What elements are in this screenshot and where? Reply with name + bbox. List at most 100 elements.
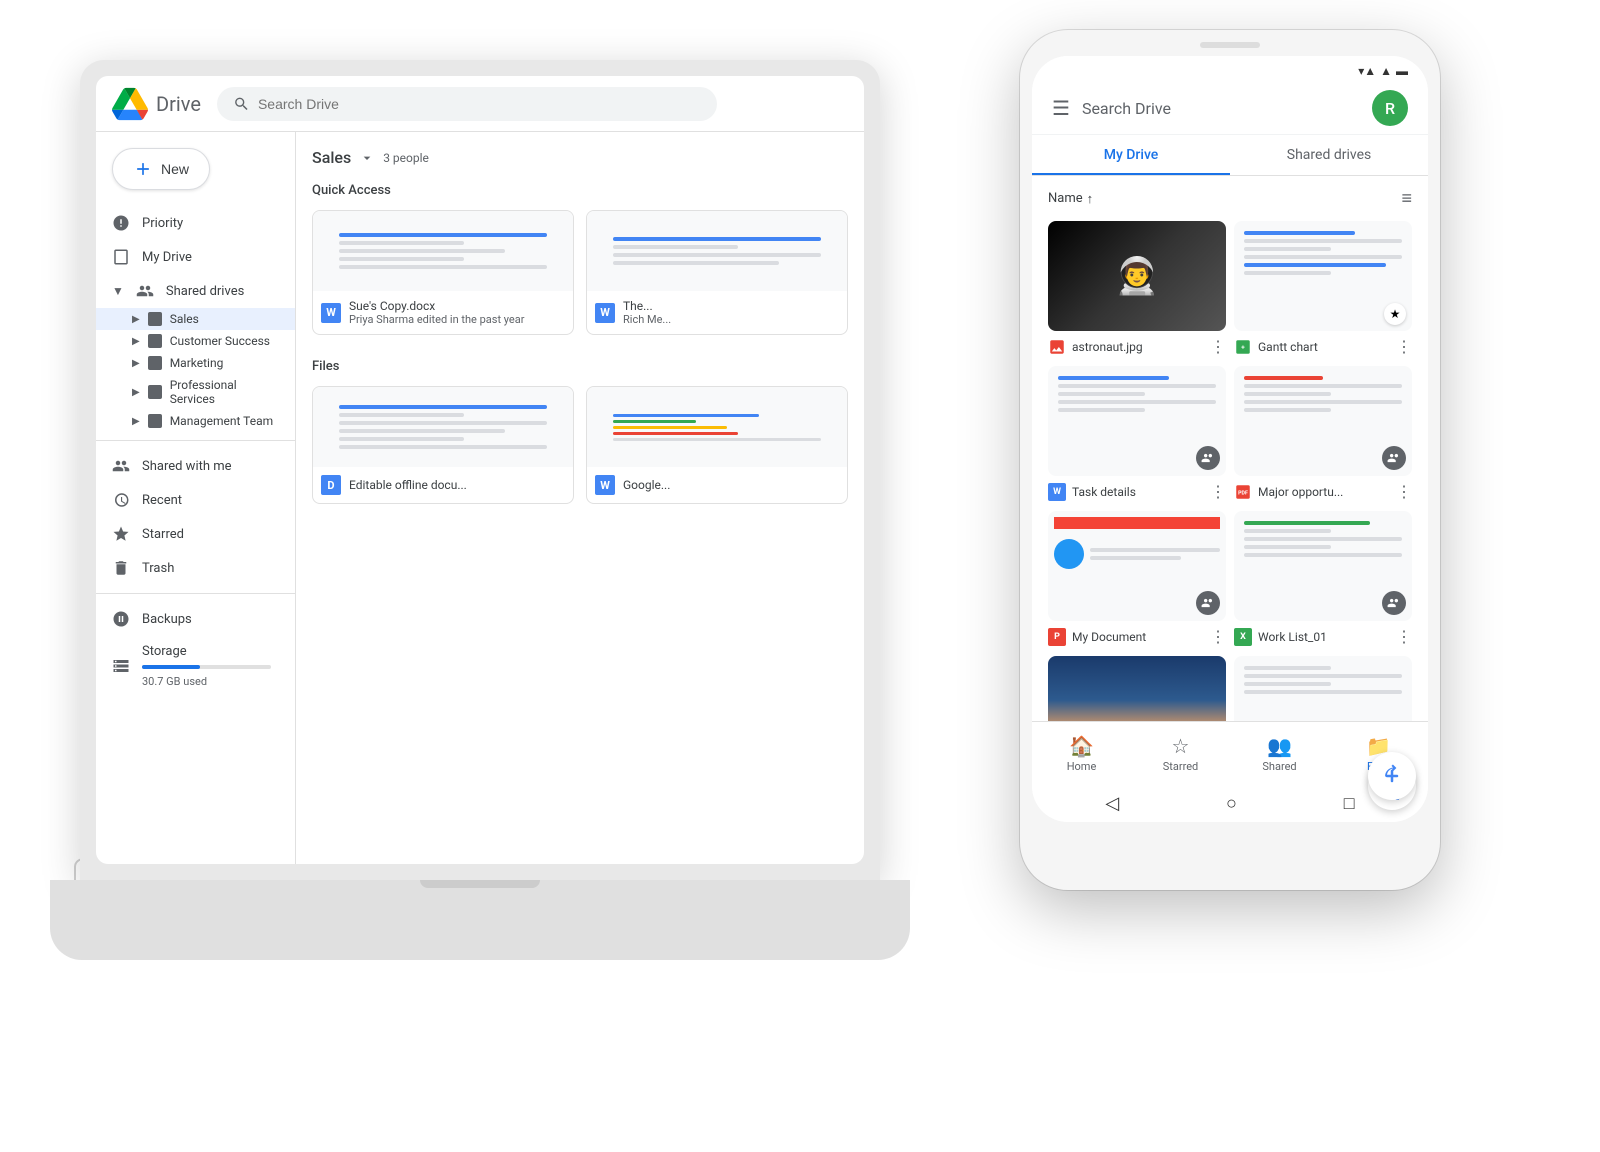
more-button[interactable]: ⋮ bbox=[1210, 337, 1226, 356]
more-button[interactable]: ⋮ bbox=[1210, 627, 1226, 646]
preview-line bbox=[1058, 400, 1216, 404]
preview-line bbox=[1244, 408, 1331, 412]
file-item-gantt[interactable]: ★ + Gantt chart ⋮ bbox=[1234, 221, 1412, 358]
file-item-astronaut[interactable]: astronaut.jpg ⋮ bbox=[1048, 221, 1226, 358]
file-preview-3 bbox=[313, 387, 573, 467]
signal-icon: ▾▲ bbox=[1358, 64, 1376, 78]
sidebar-item-professional-services[interactable]: ▶ Professional Services bbox=[96, 374, 295, 410]
sheets-icon: X bbox=[1234, 628, 1252, 646]
recent-icon bbox=[112, 491, 130, 509]
filename: Task details bbox=[1072, 485, 1136, 499]
sidebar-item-backups[interactable]: Backups bbox=[96, 602, 287, 636]
more-button[interactable]: ⋮ bbox=[1210, 482, 1226, 501]
hamburger-icon[interactable]: ☰ bbox=[1052, 96, 1070, 120]
file-meta-gantt: + Gantt chart ⋮ bbox=[1234, 335, 1412, 358]
file-meta-1: Priya Sharma edited in the past year bbox=[349, 313, 565, 326]
preview-line bbox=[1244, 231, 1355, 235]
preview-line bbox=[339, 429, 505, 433]
nav-starred[interactable]: ☆ Starred bbox=[1131, 730, 1230, 777]
preview-line bbox=[613, 420, 696, 423]
files-title: Files bbox=[312, 359, 848, 374]
home-button[interactable]: ○ bbox=[1226, 793, 1237, 814]
preview-line bbox=[1244, 263, 1386, 267]
shared-badge bbox=[1382, 591, 1406, 615]
more-button[interactable]: ⋮ bbox=[1396, 337, 1412, 356]
laptop-screen-outer: Drive bbox=[80, 60, 880, 880]
file-info-text-2: The... Rich Me... bbox=[623, 299, 839, 326]
priority-icon bbox=[112, 214, 130, 232]
phone-screen: ▾▲ ▲ ▬ ☰ Search Drive R My Drive Shared … bbox=[1032, 56, 1428, 822]
drive-logo: Drive bbox=[112, 86, 201, 122]
sidebar-item-management-team[interactable]: ▶ Management Team bbox=[96, 410, 295, 432]
preview-line bbox=[1244, 376, 1323, 380]
preview-line bbox=[613, 245, 738, 249]
filename: Major opportu... bbox=[1258, 485, 1343, 499]
quick-access-title: Quick Access bbox=[312, 183, 848, 198]
nav-home[interactable]: 🏠 Home bbox=[1032, 730, 1131, 777]
sidebar-item-trash[interactable]: Trash bbox=[96, 551, 287, 585]
back-button[interactable]: ◁ bbox=[1105, 793, 1119, 814]
folder-name: Sales bbox=[312, 148, 351, 167]
my-doc-thumb bbox=[1048, 511, 1226, 621]
sidebar-item-marketing[interactable]: ▶ Marketing bbox=[96, 352, 295, 374]
phone-search-field[interactable]: Search Drive bbox=[1082, 99, 1360, 118]
file-item-next-tokyo[interactable]: Next Tokyo '18 Next Tokyo '18 bbox=[1048, 656, 1226, 721]
file-item-work-list[interactable]: X Work List_01 ⋮ bbox=[1234, 511, 1412, 648]
expand-icon: ▶ bbox=[132, 416, 140, 427]
file-item-major-opportu[interactable]: PDF Major opportu... ⋮ bbox=[1234, 366, 1412, 503]
fab-plus-button[interactable] bbox=[1368, 752, 1416, 800]
quick-access-file-2[interactable]: W The... Rich Me... bbox=[586, 210, 848, 335]
nav-starred-label: Starred bbox=[1163, 760, 1199, 773]
laptop-base bbox=[50, 880, 910, 960]
preview-line bbox=[613, 432, 738, 435]
sidebar-item-starred[interactable]: Starred bbox=[96, 517, 287, 551]
expand-icon: ▶ bbox=[132, 336, 140, 347]
gantt-thumb: ★ bbox=[1234, 221, 1412, 331]
trash-label: Trash bbox=[142, 561, 174, 576]
fab-plus-icon-2 bbox=[1380, 764, 1404, 788]
filename: My Document bbox=[1072, 630, 1146, 644]
sidebar-item-shared-with-me[interactable]: Shared with me bbox=[96, 449, 287, 483]
tab-my-drive[interactable]: My Drive bbox=[1032, 135, 1230, 175]
quick-access-file-1[interactable]: W Sue's Copy.docx Priya Sharma edited in… bbox=[312, 210, 574, 335]
file-item-task-details[interactable]: W Task details ⋮ bbox=[1048, 366, 1226, 503]
file-card-2[interactable]: W Google... bbox=[586, 386, 848, 504]
storage-bar bbox=[142, 665, 271, 669]
expand-icon: ▶ bbox=[132, 358, 140, 369]
phone-speaker bbox=[1200, 42, 1260, 48]
sidebar-item-priority[interactable]: Priority bbox=[96, 206, 287, 240]
shared-nav-icon: 👥 bbox=[1267, 734, 1292, 758]
marketing-label: Marketing bbox=[170, 356, 224, 370]
preview-line bbox=[339, 413, 464, 417]
preview-line bbox=[1090, 548, 1220, 552]
more-button[interactable]: ⋮ bbox=[1396, 482, 1412, 501]
sidebar-item-recent[interactable]: Recent bbox=[96, 483, 287, 517]
file-info: PDF Major opportu... bbox=[1234, 483, 1343, 501]
filename: Gantt chart bbox=[1258, 340, 1318, 354]
preview-line bbox=[1244, 666, 1331, 670]
tab-shared-drives[interactable]: Shared drives bbox=[1230, 135, 1428, 175]
sort-label[interactable]: Name ↑ bbox=[1048, 191, 1093, 207]
sidebar-item-shared-drives[interactable]: ▼ Shared drives bbox=[96, 274, 287, 308]
sidebar-item-customer-success[interactable]: ▶ Customer Success bbox=[96, 330, 295, 352]
file-info: W Task details bbox=[1048, 483, 1136, 501]
sidebar-item-storage[interactable]: Storage 30.7 GB used bbox=[96, 636, 287, 696]
phone-files-grid: astronaut.jpg ⋮ bbox=[1048, 221, 1412, 721]
file-meta-my-doc: P My Document ⋮ bbox=[1048, 625, 1226, 648]
file-card-1[interactable]: D Editable offline docu... bbox=[312, 386, 574, 504]
recents-button[interactable]: □ bbox=[1344, 793, 1355, 814]
nav-shared[interactable]: 👥 Shared bbox=[1230, 730, 1329, 777]
astronaut-thumb bbox=[1048, 221, 1226, 331]
view-toggle-icon[interactable]: ≡ bbox=[1401, 188, 1412, 209]
sidebar-item-sales[interactable]: ▶ Sales bbox=[96, 308, 295, 330]
more-button[interactable]: ⋮ bbox=[1396, 627, 1412, 646]
file-item-my-document[interactable]: P My Document ⋮ bbox=[1048, 511, 1226, 648]
shared-badge bbox=[1382, 446, 1406, 470]
new-button[interactable]: New bbox=[112, 148, 210, 190]
drive-search-bar[interactable] bbox=[217, 87, 717, 121]
sort-direction: ↑ bbox=[1087, 191, 1094, 207]
sidebar-item-my-drive[interactable]: My Drive bbox=[96, 240, 287, 274]
file-item-media-bu[interactable]: Media Bu... bbox=[1234, 656, 1412, 721]
user-avatar[interactable]: R bbox=[1372, 90, 1408, 126]
search-input[interactable] bbox=[258, 96, 701, 112]
